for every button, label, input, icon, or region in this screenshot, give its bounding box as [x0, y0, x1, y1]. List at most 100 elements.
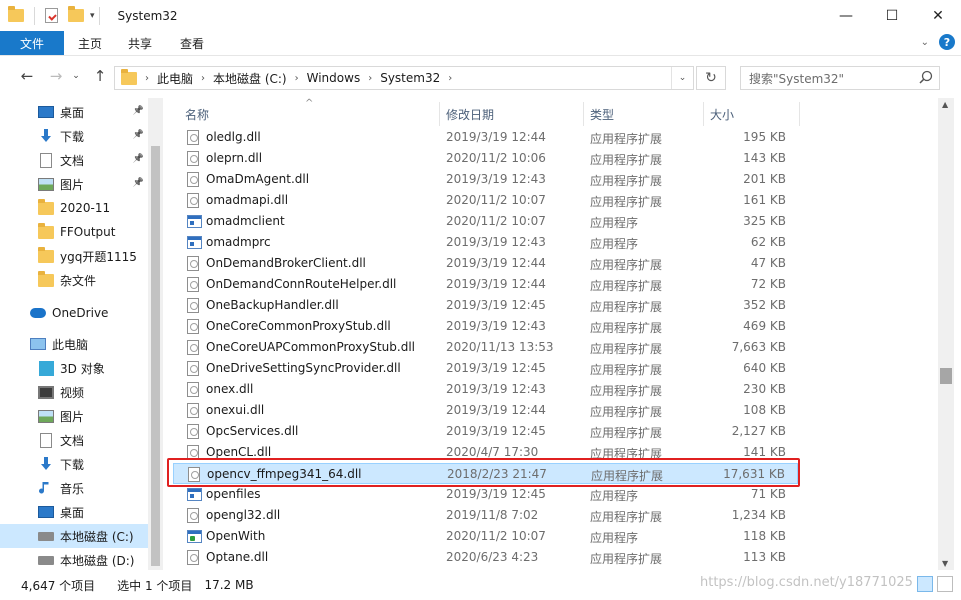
refresh-button[interactable]: ↻: [696, 66, 726, 90]
file-row[interactable]: opencv_ffmpeg341_64.dll 2018/2/23 21:47 应用…: [173, 463, 798, 484]
file-name: OnDemandBrokerClient.dll: [206, 256, 366, 270]
breadcrumb-this-pc[interactable]: 此电脑: [157, 70, 193, 87]
file-row[interactable]: OmaDmAgent.dll 2019/3/19 12:43 应用程序扩展 201 K…: [173, 169, 798, 190]
file-row[interactable]: oledlg.dll 2019/3/19 12:44 应用程序扩展 195 KB: [173, 127, 798, 148]
sidebar-item[interactable]: 图片: [0, 404, 148, 428]
sidebar-item[interactable]: OneDrive: [0, 301, 148, 325]
sidebar-item[interactable]: 桌面: [0, 500, 148, 524]
breadcrumb-separator-icon[interactable]: ›: [448, 73, 452, 84]
details-view-button[interactable]: [917, 576, 933, 592]
sidebar-item[interactable]: 下载: [0, 452, 148, 476]
tab-share[interactable]: 共享: [114, 31, 166, 55]
file-row[interactable]: opengl32.dll 2019/11/8 7:02 应用程序扩展 1,234 KB: [173, 505, 798, 526]
drive-icon: [38, 552, 54, 568]
file-type: 应用程序扩展: [590, 195, 663, 209]
sidebar-item[interactable]: 本地磁盘 (C:): [0, 524, 148, 548]
file-name: OneCoreUAPCommonProxyStub.dll: [206, 340, 415, 354]
file-size: 2,127 KB: [731, 424, 786, 438]
file-name: OmaDmAgent.dll: [206, 172, 310, 186]
file-row[interactable]: OneCoreCommonProxyStub.dll 2019/3/19 12:4…: [173, 316, 798, 337]
file-row[interactable]: OpenWith 2020/11/2 10:07 应用程序 118 KB: [173, 526, 798, 547]
maximize-button[interactable]: ☐: [869, 0, 915, 31]
file-row[interactable]: OneDriveSettingSyncProvider.dll 2019/3/19…: [173, 358, 798, 379]
file-row[interactable]: onex.dll 2019/3/19 12:43 应用程序扩展 230 KB: [173, 379, 798, 400]
breadcrumb-drive-c[interactable]: 本地磁盘 (C:): [213, 70, 287, 87]
file-row[interactable]: OnDemandConnRouteHelper.dll 2019/3/19 12:…: [173, 274, 798, 295]
column-divider[interactable]: [703, 102, 704, 126]
breadcrumb-windows[interactable]: Windows: [307, 71, 361, 85]
column-header-type[interactable]: 类型: [590, 106, 614, 123]
tab-view[interactable]: 查看: [166, 31, 218, 55]
large-icons-view-button[interactable]: [937, 576, 953, 592]
file-row[interactable]: OpenCL.dll 2020/4/7 17:30 应用程序扩展 141 KB: [173, 442, 798, 463]
file-row[interactable]: OneCoreUAPCommonProxyStub.dll 2020/11/13 …: [173, 337, 798, 358]
column-header-name[interactable]: 名称: [185, 106, 209, 123]
column-header-date[interactable]: 修改日期: [446, 106, 494, 123]
navigation-pane-scrollbar[interactable]: [148, 98, 163, 570]
tab-home[interactable]: 主页: [64, 31, 114, 55]
sidebar-item[interactable]: 此电脑: [0, 332, 148, 356]
sidebar-item[interactable]: 下载 📌: [0, 124, 148, 148]
sidebar-item[interactable]: 图片 📌: [0, 172, 148, 196]
properties-icon[interactable]: [45, 8, 58, 23]
file-list-scrollbar[interactable]: ▲ ▼: [938, 98, 954, 570]
new-folder-icon[interactable]: [68, 6, 84, 22]
minimize-button[interactable]: —: [823, 0, 869, 31]
file-row[interactable]: Optane.dll 2020/6/23 4:23 应用程序扩展 113 KB: [173, 547, 798, 568]
sidebar-item-label: 图片: [60, 177, 85, 192]
breadcrumb-separator-icon[interactable]: ›: [201, 73, 205, 84]
sidebar-item[interactable]: 文档 📌: [0, 148, 148, 172]
file-row[interactable]: oleprn.dll 2020/11/2 10:06 应用程序扩展 143 KB: [173, 148, 798, 169]
sidebar-item[interactable]: 视频: [0, 380, 148, 404]
column-divider[interactable]: [583, 102, 584, 126]
help-icon[interactable]: ?: [939, 34, 955, 50]
sidebar-item[interactable]: 杂文件: [0, 268, 148, 292]
breadcrumb-separator-icon[interactable]: ›: [145, 73, 149, 84]
close-button[interactable]: ✕: [915, 0, 961, 31]
file-name: oleprn.dll: [206, 151, 263, 165]
file-row[interactable]: openfiles 2019/3/19 12:45 应用程序 71 KB: [173, 484, 798, 505]
sidebar-item[interactable]: 音乐: [0, 476, 148, 500]
file-row[interactable]: OpcServices.dll 2019/3/19 12:45 应用程序扩展 2,12…: [173, 421, 798, 442]
document-icon: [38, 152, 54, 168]
sidebar-item[interactable]: 2020-11: [0, 196, 148, 220]
forward-arrow-icon[interactable]: →: [46, 67, 66, 85]
sidebar-item[interactable]: ygq开题1115: [0, 244, 148, 268]
file-name: omadmapi.dll: [206, 193, 289, 207]
expand-ribbon-chevron-icon[interactable]: ⌄: [921, 37, 929, 48]
file-type: 应用程序: [590, 237, 639, 251]
sidebar-item[interactable]: 桌面 📌: [0, 100, 148, 124]
sidebar-item[interactable]: 文档: [0, 428, 148, 452]
breadcrumb-separator-icon[interactable]: ›: [368, 73, 372, 84]
file-row[interactable]: omadmprc 2019/3/19 12:43 应用程序 62 KB: [173, 232, 798, 253]
breadcrumb-system32[interactable]: System32: [380, 71, 440, 85]
scrollbar-thumb[interactable]: [940, 368, 952, 384]
scrollbar-thumb[interactable]: [151, 146, 160, 566]
back-arrow-icon[interactable]: ←: [17, 67, 37, 85]
file-type: 应用程序扩展: [590, 132, 663, 146]
up-arrow-icon[interactable]: ↑: [90, 67, 110, 85]
scroll-down-arrow-icon[interactable]: ▼: [942, 559, 948, 568]
file-row[interactable]: OnDemandBrokerClient.dll 2019/3/19 12:44 应…: [173, 253, 798, 274]
file-row[interactable]: omadmclient 2020/11/2 10:07 应用程序 325 KB: [173, 211, 798, 232]
column-divider[interactable]: [799, 102, 800, 126]
sidebar-item[interactable]: 3D 对象: [0, 356, 148, 380]
sidebar-item[interactable]: 本地磁盘 (D:): [0, 548, 148, 570]
breadcrumb-separator-icon[interactable]: ›: [295, 73, 299, 84]
customize-toolbar-dropdown[interactable]: ▾: [90, 11, 95, 21]
address-bar[interactable]: › 此电脑 › 本地磁盘 (C:) › Windows › System32 ›…: [114, 66, 694, 90]
file-row[interactable]: omadmapi.dll 2020/11/2 10:07 应用程序扩展 161 KB: [173, 190, 798, 211]
file-name: opengl32.dll: [206, 508, 281, 522]
file-row[interactable]: OneBackupHandler.dll 2019/3/19 12:45 应用程序扩…: [173, 295, 798, 316]
tab-file[interactable]: 文件: [0, 31, 64, 55]
file-row[interactable]: onexui.dll 2019/3/19 12:44 应用程序扩展 108 KB: [173, 400, 798, 421]
sidebar-item[interactable]: FFOutput: [0, 220, 148, 244]
column-divider[interactable]: [439, 102, 440, 126]
search-box[interactable]: 搜索"System32": [740, 66, 940, 90]
address-history-dropdown[interactable]: ⌄: [671, 67, 693, 89]
recent-locations-chevron-icon[interactable]: ⌄: [66, 71, 86, 81]
column-header-size[interactable]: 大小: [710, 106, 734, 123]
onedrive-icon: [30, 305, 46, 321]
scroll-up-arrow-icon[interactable]: ▲: [942, 100, 948, 109]
sidebar-item-label: FFOutput: [60, 225, 116, 239]
